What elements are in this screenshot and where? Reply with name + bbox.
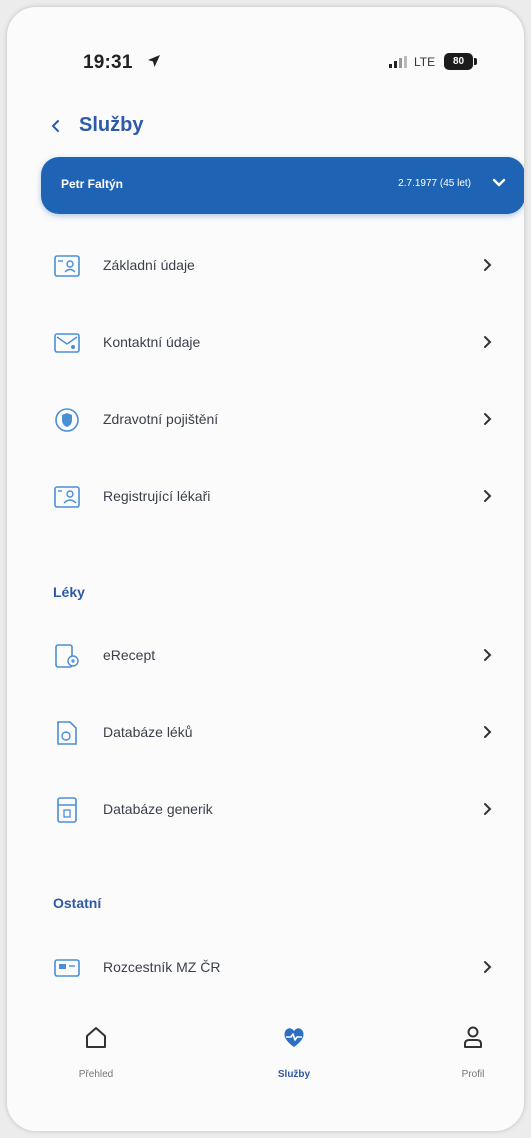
list-item-databaze-generik[interactable]: Databáze generik <box>41 774 524 846</box>
signpost-card-icon <box>54 959 80 977</box>
chevron-right-icon <box>484 336 492 348</box>
nav-label: Přehled <box>78 1069 114 1080</box>
section-title-leky: Léky <box>53 584 85 600</box>
user-birthdate: 2.7.1977 (45 let) <box>398 178 471 189</box>
list-item-rozcestnik-mz-cr[interactable]: Rozcestník MZ ČR <box>41 932 524 1004</box>
list-item-label: Databáze generik <box>103 801 213 817</box>
signal-icon <box>389 56 407 68</box>
chevron-right-icon <box>484 413 492 425</box>
chevron-right-icon <box>484 649 492 661</box>
doctor-card-icon <box>54 486 80 508</box>
chevron-right-icon <box>484 490 492 502</box>
section-title-ostatni: Ostatní <box>53 895 102 911</box>
list-item-kontaktni-udaje[interactable]: Kontaktní údaje <box>41 307 524 379</box>
chevron-down-icon <box>492 178 506 187</box>
status-time: 19:31 <box>83 52 133 73</box>
bottom-navigation: Přehled Služby Profil <box>7 1017 524 1107</box>
list-item-databaze-leku[interactable]: Databáze léků <box>41 697 524 769</box>
nav-tab-sluzby[interactable]: Služby <box>244 1017 344 1097</box>
medicine-box-icon <box>57 797 77 823</box>
list-item-label: eRecept <box>103 647 156 663</box>
shield-icon <box>55 408 79 432</box>
location-arrow-icon <box>148 55 160 67</box>
phone-screen: 19:31 LTE 80 Služby Petr Faltýn 2.7.1977… <box>6 6 525 1132</box>
list-item-label: Rozcestník MZ ČR <box>103 959 221 975</box>
contact-card-icon <box>54 333 80 353</box>
list-item-label: Registrující lékaři <box>103 488 211 504</box>
nav-label: Služby <box>277 1069 311 1080</box>
chevron-left-icon <box>51 120 59 132</box>
user-name: Petr Faltýn <box>61 177 124 191</box>
back-button[interactable] <box>41 111 71 141</box>
list-item-zdravotni-pojisteni[interactable]: Zdravotní pojištění <box>41 384 524 456</box>
user-selector[interactable]: Petr Faltýn 2.7.1977 (45 let) <box>41 157 524 214</box>
list-item-label: Základní údaje <box>103 257 195 273</box>
nav-label: Profil <box>461 1069 485 1080</box>
prescription-icon <box>55 644 79 668</box>
status-bar: 19:31 LTE 80 <box>7 7 524 107</box>
list-item-registrujici-lekari[interactable]: Registrující lékaři <box>41 461 524 533</box>
list-item-label: Kontaktní údaje <box>103 334 201 350</box>
page-title: Služby <box>79 114 144 136</box>
list-item-zakladni-udaje[interactable]: Základní údaje <box>41 230 524 302</box>
chevron-right-icon <box>484 961 492 973</box>
medicine-document-icon <box>57 721 77 745</box>
nav-tab-prehled[interactable]: Přehled <box>46 1017 146 1097</box>
chevron-right-icon <box>484 726 492 738</box>
id-card-icon <box>54 255 80 277</box>
list-item-label: Zdravotní pojištění <box>103 411 219 427</box>
heart-pulse-icon <box>284 1028 304 1047</box>
list-item-label: Databáze léků <box>103 724 193 740</box>
battery-icon: 80 <box>444 53 477 70</box>
nav-tab-profil[interactable]: Profil <box>423 1017 523 1097</box>
home-icon <box>86 1027 106 1048</box>
network-type: LTE <box>414 55 436 69</box>
list-item-erecept[interactable]: eRecept <box>41 620 524 692</box>
chevron-right-icon <box>484 803 492 815</box>
chevron-right-icon <box>484 259 492 271</box>
person-icon <box>464 1026 482 1048</box>
